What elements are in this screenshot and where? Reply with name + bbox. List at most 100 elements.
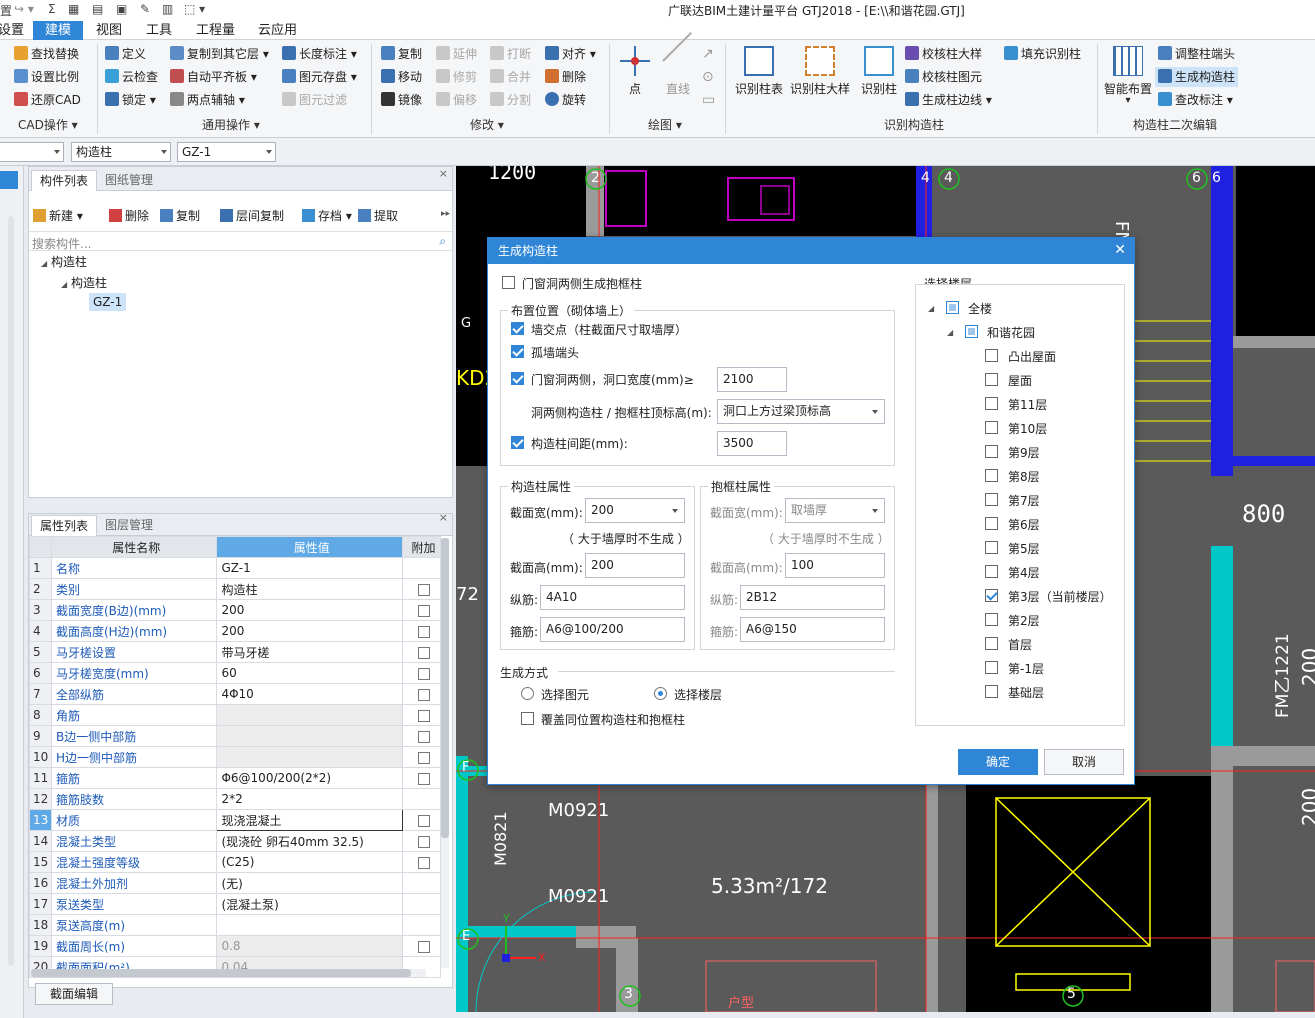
- search-icon[interactable]: ⌕: [439, 234, 446, 249]
- select-floor-radio[interactable]: [654, 687, 667, 700]
- toolbar-icon-5[interactable]: ▥: [162, 2, 173, 16]
- tree-expand-icon[interactable]: ◢: [947, 328, 953, 337]
- floor-checkbox[interactable]: [985, 637, 998, 650]
- table-row[interactable]: 1 名称 GZ-1: [29, 557, 441, 579]
- copy-button[interactable]: 复制: [381, 44, 422, 64]
- property-value[interactable]: 200: [216, 599, 404, 621]
- table-row[interactable]: 8 角筋: [29, 704, 441, 726]
- recognize-column-button[interactable]: 识别柱: [857, 46, 901, 97]
- fill-recognize-column-button[interactable]: 填充识别柱: [1004, 44, 1081, 64]
- line-button[interactable]: 直线: [660, 32, 696, 97]
- property-value[interactable]: 带马牙槎: [216, 641, 404, 663]
- trim-button[interactable]: 修剪: [436, 67, 477, 87]
- auto-align-slab-button[interactable]: 自动平齐板 ▾: [170, 67, 257, 87]
- additional-checkbox[interactable]: [417, 709, 430, 722]
- property-value[interactable]: 2*2: [216, 788, 404, 810]
- floor-checkbox[interactable]: [985, 613, 998, 626]
- additional-checkbox[interactable]: [417, 835, 430, 848]
- table-row[interactable]: 18 泵送高度(m): [29, 914, 441, 936]
- extract-button[interactable]: 提取: [358, 207, 398, 224]
- menu-cloud[interactable]: 云应用: [252, 21, 303, 40]
- additional-checkbox[interactable]: [417, 625, 430, 638]
- nav-scrollbar[interactable]: [8, 216, 14, 966]
- column-stirrup-input[interactable]: A6@100/200: [540, 617, 685, 642]
- merge-button[interactable]: 合并: [490, 67, 531, 87]
- more-icon[interactable]: ▸▸: [441, 209, 450, 219]
- sum-icon[interactable]: Σ: [48, 2, 56, 16]
- floor-checkbox[interactable]: [985, 421, 998, 434]
- column-width-select[interactable]: 200: [585, 498, 685, 523]
- generate-column-edge-button[interactable]: 生成柱边线 ▾: [905, 90, 992, 110]
- additional-checkbox[interactable]: [417, 814, 430, 827]
- property-value[interactable]: (混凝土泵): [216, 893, 404, 915]
- copy-component-button[interactable]: 复制: [160, 207, 200, 224]
- circle-icon[interactable]: ⊙: [702, 69, 714, 85]
- property-hscrollbar[interactable]: [31, 969, 426, 977]
- property-value[interactable]: 60: [216, 662, 404, 684]
- spacing-checkbox[interactable]: [511, 436, 524, 449]
- floor-checkbox[interactable]: [985, 397, 998, 410]
- frame-stirrup-input[interactable]: A6@150: [740, 617, 885, 642]
- adjust-column-end-button[interactable]: 调整柱端头: [1158, 44, 1235, 64]
- scrollbar-thumb[interactable]: [441, 538, 449, 838]
- property-value[interactable]: 0.8: [216, 935, 404, 957]
- extend-button[interactable]: 延伸: [436, 44, 477, 64]
- element-save-button[interactable]: 图元存盘 ▾: [282, 67, 357, 87]
- property-value[interactable]: (无): [216, 872, 404, 894]
- property-value[interactable]: 现浇混凝土: [216, 809, 404, 831]
- property-value[interactable]: 200: [216, 620, 404, 642]
- menu-tools[interactable]: 工具: [140, 21, 178, 40]
- menu-quantity[interactable]: 工程量: [190, 21, 241, 40]
- floor-checkbox[interactable]: [985, 517, 998, 530]
- cancel-button[interactable]: 取消: [1044, 749, 1124, 775]
- additional-checkbox[interactable]: [417, 751, 430, 764]
- table-row[interactable]: 16 混凝土外加剂 (无): [29, 872, 441, 894]
- menu-view[interactable]: 视图: [90, 21, 128, 40]
- table-row[interactable]: 12 箍筋肢数 2*2: [29, 788, 441, 810]
- tree-expand-icon[interactable]: ◢: [928, 304, 934, 313]
- lock-button[interactable]: 锁定 ▾: [105, 90, 156, 110]
- property-value[interactable]: Φ6@100/200(2*2): [216, 767, 404, 789]
- toolbar-icon-6[interactable]: ⬚ ▾: [184, 2, 205, 16]
- frame-long-bar-input[interactable]: 2B12: [740, 585, 885, 610]
- group-label-cad[interactable]: CAD操作 ▾: [18, 116, 78, 133]
- recognize-column-table-button[interactable]: 识别柱表: [733, 46, 785, 97]
- tree-node-root[interactable]: ◢ 构造柱: [41, 253, 87, 270]
- spacing-input[interactable]: 3500: [717, 431, 787, 456]
- floor-checkbox[interactable]: [985, 661, 998, 674]
- new-button[interactable]: 新建 ▾: [33, 207, 83, 224]
- table-row[interactable]: 2 类别 构造柱: [29, 578, 441, 600]
- close-icon[interactable]: ×: [439, 511, 448, 524]
- break-button[interactable]: 打断: [490, 44, 531, 64]
- toolbar-icon-4[interactable]: ✎: [140, 2, 150, 16]
- recognize-column-detail-button[interactable]: 识别柱大样: [789, 46, 851, 97]
- cloud-check-button[interactable]: 云检查: [105, 67, 158, 87]
- component-name-combo[interactable]: GZ-1: [177, 142, 276, 162]
- length-dimension-button[interactable]: 长度标注 ▾: [282, 44, 357, 64]
- property-value[interactable]: [216, 746, 404, 768]
- floor-checkbox[interactable]: [985, 541, 998, 554]
- close-icon[interactable]: ×: [439, 167, 448, 180]
- delete-button[interactable]: 删除: [545, 67, 586, 87]
- table-row[interactable]: 10 H边一侧中部筋: [29, 746, 441, 768]
- group-label-draw[interactable]: 绘图 ▾: [648, 116, 682, 133]
- property-scrollbar[interactable]: [441, 538, 449, 968]
- component-type-combo[interactable]: 构造柱: [71, 142, 171, 162]
- menu-settings[interactable]: 设置: [0, 21, 30, 40]
- set-scale-button[interactable]: 设置比例: [14, 67, 79, 87]
- column-height-input[interactable]: 200: [585, 553, 685, 578]
- frame-width-select[interactable]: 取墙厚: [785, 498, 885, 523]
- opening-checkbox[interactable]: [511, 372, 524, 385]
- property-value[interactable]: 4Φ10: [216, 683, 404, 705]
- wall-cross-checkbox[interactable]: [511, 322, 524, 335]
- redo-icon[interactable]: ↪ ▾: [14, 2, 34, 16]
- close-icon[interactable]: ✕: [1114, 243, 1126, 257]
- opening-width-input[interactable]: 2100: [717, 367, 787, 392]
- table-row[interactable]: 13 材质 现浇混凝土: [29, 809, 441, 831]
- tree-node-gz1[interactable]: GZ-1: [89, 293, 127, 311]
- tab-drawing-management[interactable]: 图纸管理: [97, 170, 161, 191]
- floor-checkbox[interactable]: [985, 469, 998, 482]
- copy-to-floor-button[interactable]: 复制到其它层 ▾: [170, 44, 269, 64]
- table-row[interactable]: 3 截面宽度(B边)(mm) 200: [29, 599, 441, 621]
- group-label-common[interactable]: 通用操作 ▾: [202, 116, 260, 133]
